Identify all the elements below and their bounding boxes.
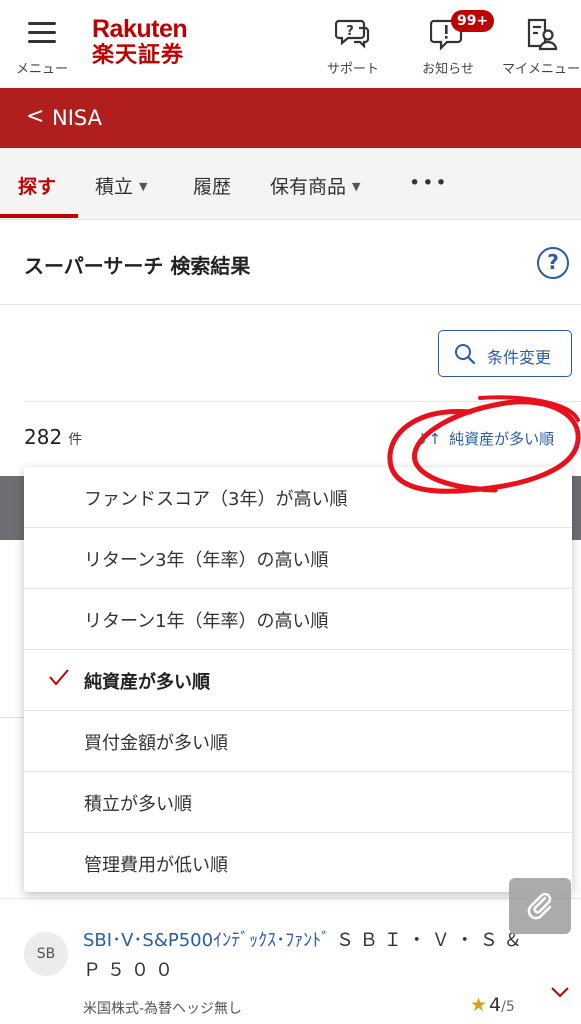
back-chevron-icon[interactable]: < xyxy=(26,106,44,128)
support-chat-icon: ? xyxy=(335,19,370,49)
tab-holdings[interactable]: 保有商品 ▼ xyxy=(270,172,360,199)
rakuten-logo[interactable]: Rakuten 楽天証券 xyxy=(92,16,212,70)
svg-text:?: ? xyxy=(346,24,354,39)
sort-option-label: ファンドスコア（3年）が高い順 xyxy=(84,489,348,510)
sort-option[interactable]: リターン1年（年率）の高い順 xyxy=(24,589,572,650)
notice-count-badge: 99+ xyxy=(451,10,495,32)
sort-option-label: 純資産が多い順 xyxy=(84,672,210,693)
checkmark-icon xyxy=(49,669,69,686)
rating-value: 4 xyxy=(489,994,502,1016)
sort-option[interactable]: 積立が多い順 xyxy=(24,772,572,833)
screen: { "header": { "menu_label": "メニュー", "log… xyxy=(0,0,581,1024)
sort-option-label: 積立が多い順 xyxy=(84,794,192,815)
mymenu-document-person-icon xyxy=(527,18,558,51)
caret-down-icon: ▼ xyxy=(139,180,148,193)
tab-search-label: 探す xyxy=(18,176,57,198)
menu-label: メニュー xyxy=(15,62,68,77)
fund-rating: ★ 4/5 xyxy=(470,994,515,1016)
star-icon: ★ xyxy=(470,994,488,1016)
mymenu-label: マイメニュー xyxy=(501,62,580,77)
clip-button[interactable] xyxy=(509,878,571,934)
tab-holdings-label: 保有商品 xyxy=(270,176,347,198)
change-condition-label: 条件変更 xyxy=(487,348,552,367)
help-icon[interactable]: ? xyxy=(537,247,569,279)
tab-more[interactable]: ••• xyxy=(409,172,449,194)
more-dots-icon: ••• xyxy=(409,172,449,194)
sort-option[interactable]: ファンドスコア（3年）が高い順 xyxy=(24,467,572,528)
divider xyxy=(0,717,24,718)
sort-option-label: リターン1年（年率）の高い順 xyxy=(84,611,329,632)
tab-history-label: 履歴 xyxy=(193,176,232,198)
nisa-nav-bar: < NISA xyxy=(0,88,581,148)
active-tab-indicator xyxy=(0,214,78,218)
hamburger-icon xyxy=(28,22,56,44)
divider xyxy=(24,401,581,402)
fund-avatar: SB xyxy=(24,932,68,976)
sort-option[interactable]: 買付金額が多い順 xyxy=(24,711,572,772)
divider xyxy=(0,898,581,899)
sort-option-label: リターン3年（年率）の高い順 xyxy=(84,550,329,571)
result-count-unit: 件 xyxy=(68,432,83,448)
nav-title[interactable]: NISA xyxy=(52,106,102,130)
logo-securities: 楽天証券 xyxy=(92,43,185,68)
result-count-value: 282 xyxy=(24,425,63,449)
chevron-down-icon[interactable] xyxy=(548,980,572,1004)
tab-history[interactable]: 履歴 xyxy=(193,172,231,199)
support-label: サポート xyxy=(326,62,379,77)
fund-name-link[interactable]: SBI･V･S&P500ｲﾝﾃﾞｯｸｽ･ﾌｧﾝﾄﾞ xyxy=(83,930,330,951)
tab-search[interactable]: 探す xyxy=(18,172,56,199)
divider xyxy=(0,304,581,305)
fund-name[interactable]: SBI･V･S&P500ｲﾝﾃﾞｯｸｽ･ﾌｧﾝﾄﾞ ＳＢＩ・Ｖ・Ｓ＆Ｐ５００ xyxy=(83,926,533,986)
logo-rakuten: Rakuten xyxy=(92,15,188,43)
search-icon xyxy=(455,344,476,365)
result-count: 282 件 xyxy=(24,425,82,449)
page-title: スーパーサーチ 検索結果 xyxy=(24,254,251,278)
paperclip-icon xyxy=(527,892,552,920)
change-condition-button[interactable]: 条件変更 xyxy=(438,330,572,377)
tab-tsumitate[interactable]: 積立 ▼ xyxy=(95,172,147,199)
sort-option-label: 買付金額が多い順 xyxy=(84,733,228,754)
notice-label: お知らせ xyxy=(422,62,474,77)
sort-button[interactable]: ↓↑ 純資産が多い順 xyxy=(416,428,554,449)
app-header: メニュー Rakuten 楽天証券 ? サポート お知らせ 99+ マイメニュー xyxy=(0,0,581,88)
sort-button-label: 純資産が多い順 xyxy=(449,430,555,448)
tab-bar: 探す 積立 ▼ 履歴 保有商品 ▼ ••• xyxy=(0,148,581,220)
sort-arrows-icon: ↓↑ xyxy=(416,430,442,448)
rating-max: /5 xyxy=(501,999,515,1015)
sort-dropdown: ファンドスコア（3年）が高い順 リターン3年（年率）の高い順 リターン1年（年率… xyxy=(24,467,572,892)
sort-option-selected[interactable]: 純資産が多い順 xyxy=(24,650,572,711)
sort-option[interactable]: 管理費用が低い順 xyxy=(24,833,572,894)
caret-down-icon: ▼ xyxy=(352,180,361,193)
tab-tsumitate-label: 積立 xyxy=(95,176,134,198)
fund-category: 米国株式-為替ヘッジ無し xyxy=(83,1001,243,1017)
sort-option-label: 管理費用が低い順 xyxy=(84,855,228,876)
sort-option[interactable]: リターン3年（年率）の高い順 xyxy=(24,528,572,589)
